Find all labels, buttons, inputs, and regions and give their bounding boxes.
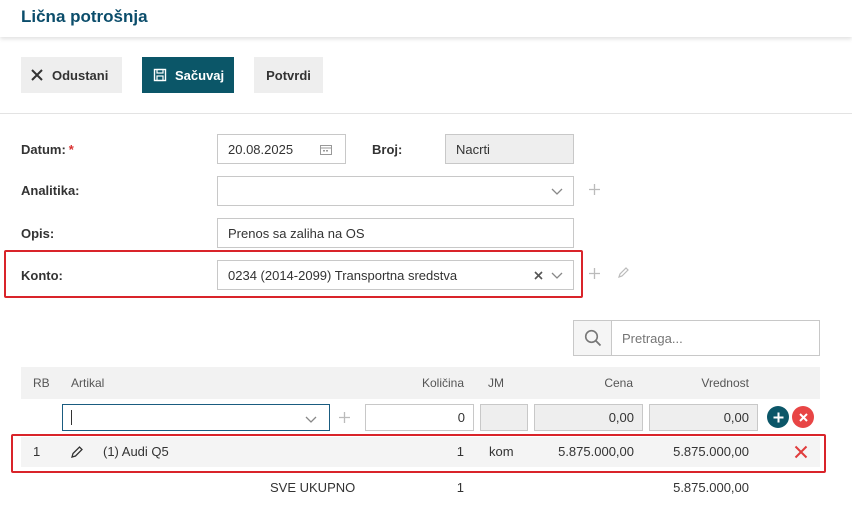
search-input[interactable] <box>612 321 819 355</box>
cena-input: 0,00 <box>534 404 643 431</box>
opis-value: Prenos sa zaliha na OS <box>228 225 365 241</box>
total-vrednost: 5.875.000,00 <box>673 480 749 495</box>
save-button[interactable]: Sačuvaj <box>142 57 234 93</box>
cancel-button-label: Odustani <box>52 67 109 83</box>
row-rb: 1 <box>33 444 41 459</box>
search-button[interactable] <box>574 321 612 355</box>
column-header-jm: JM <box>488 376 504 390</box>
row-cena: 5.875.000,00 <box>558 444 634 459</box>
datum-label-text: Datum: <box>21 142 66 157</box>
artikal-select[interactable] <box>62 404 330 431</box>
delete-row-icon[interactable] <box>794 445 808 459</box>
toolbar-divider <box>0 113 852 114</box>
jm-input <box>480 404 528 431</box>
column-header-rb: RB <box>33 376 50 390</box>
add-analitika-plus-icon[interactable] <box>588 183 601 196</box>
chevron-down-icon[interactable] <box>551 270 563 280</box>
search-icon <box>584 329 601 347</box>
search-box <box>573 320 820 356</box>
edit-konto-pencil-icon[interactable] <box>617 266 630 279</box>
row-jm: kom <box>489 444 514 459</box>
row-artikal: (1) Audi Q5 <box>103 444 169 459</box>
datum-field[interactable]: 20.08.2025 <box>217 134 346 164</box>
confirm-button-label: Potvrdi <box>266 67 311 83</box>
konto-value: 0234 (2014-2099) Transportna sredstva <box>228 267 458 283</box>
save-button-label: Sačuvaj <box>175 67 225 83</box>
datum-label: Datum: * <box>21 142 74 157</box>
new-item-entry-row: 0 0,00 0,00 <box>21 399 820 435</box>
cancel-row-button[interactable] <box>792 406 814 428</box>
opis-label: Opis: <box>21 226 55 241</box>
broj-field: Nacrti <box>445 134 574 164</box>
analitika-select[interactable] <box>217 176 574 206</box>
analitika-label: Analitika: <box>21 183 80 198</box>
broj-label: Broj: <box>372 142 403 157</box>
total-row: SVE UKUPNO 1 5.875.000,00 <box>21 476 820 502</box>
chevron-down-icon[interactable] <box>305 414 317 424</box>
required-marker: * <box>68 142 74 157</box>
chevron-down-icon[interactable] <box>551 186 563 196</box>
cancel-button[interactable]: Odustani <box>21 57 122 93</box>
close-icon <box>31 69 43 81</box>
datum-value: 20.08.2025 <box>228 141 294 157</box>
konto-label: Konto: <box>21 268 63 283</box>
page-header: Lična potrošnja <box>0 0 852 37</box>
broj-value: Nacrti <box>456 141 490 157</box>
table-row[interactable]: 1 (1) Audi Q5 1 kom 5.875.000,00 5.875.0… <box>21 437 820 467</box>
column-header-artikal: Artikal <box>71 376 105 390</box>
table-header: RB Artikal Količina JM Cena Vrednost <box>21 367 820 399</box>
calendar-icon[interactable] <box>320 144 332 155</box>
konto-select[interactable]: 0234 (2014-2099) Transportna sredstva <box>217 260 574 290</box>
column-header-cena: Cena <box>604 376 633 390</box>
clear-icon[interactable] <box>534 271 543 280</box>
add-konto-plus-icon[interactable] <box>588 267 601 280</box>
row-vrednost: 5.875.000,00 <box>673 444 749 459</box>
total-kolicina: 1 <box>456 480 464 495</box>
pencil-icon[interactable] <box>70 445 84 459</box>
kolicina-input[interactable]: 0 <box>365 404 474 431</box>
column-header-kolicina: Količina <box>421 376 464 390</box>
confirm-button[interactable]: Potvrdi <box>254 57 323 93</box>
plus-icon <box>773 412 783 422</box>
opis-input[interactable]: Prenos sa zaliha na OS <box>217 218 574 248</box>
row-kolicina: 1 <box>456 444 464 459</box>
page-title: Lična potrošnja <box>21 7 148 26</box>
floppy-disk-icon <box>153 68 167 82</box>
column-header-vrednost: Vrednost <box>701 376 749 390</box>
total-label: SVE UKUPNO <box>270 480 356 495</box>
close-icon <box>798 412 808 422</box>
add-row-button[interactable] <box>767 406 789 428</box>
add-artikal-plus-icon[interactable] <box>338 411 351 424</box>
text-cursor <box>71 410 72 425</box>
vrednost-input: 0,00 <box>649 404 758 431</box>
